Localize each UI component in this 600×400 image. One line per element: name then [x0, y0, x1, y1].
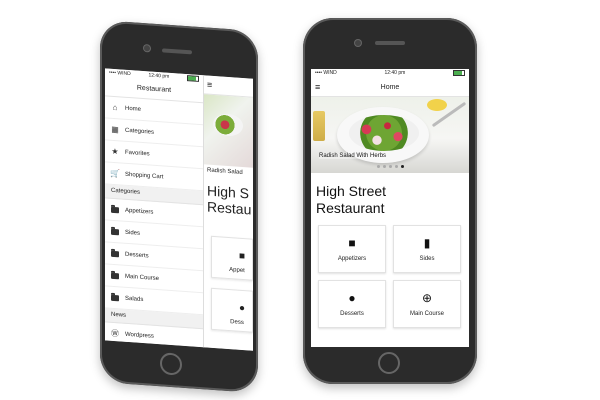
drawer-item-label: Categories — [125, 127, 155, 136]
carrier-label: •••• WIND — [109, 69, 131, 78]
lifebuoy-icon: ⊕ — [421, 290, 433, 305]
battery-icon — [453, 70, 465, 76]
speaker — [375, 41, 405, 45]
tile-sides[interactable]: ▮ Sides — [393, 225, 461, 273]
salad-image — [349, 115, 419, 151]
navigation-drawer: •••• WIND 12:40 pm Restaurant ⌂ Home ▦ C… — [105, 68, 204, 351]
app-header: ≡ Home — [311, 78, 469, 97]
carousel-dot[interactable] — [388, 165, 392, 168]
page-title: Home — [380, 83, 400, 91]
tile-label: Sides — [419, 255, 435, 262]
carousel-dot[interactable] — [376, 165, 380, 168]
tile-label: Appet — [229, 266, 245, 274]
left-screen: •••• WIND 12:40 pm Restaurant ⌂ Home ▦ C… — [105, 68, 253, 351]
right-screen: •••• WIND 12:40 pm ≡ Home Radish Salad W… — [311, 69, 469, 347]
home-button[interactable] — [378, 352, 400, 374]
folder-icon — [111, 271, 119, 280]
restaurant-name-line: High S Restau — [207, 182, 252, 218]
menu-icon[interactable]: ≡ — [315, 82, 320, 92]
carousel-dot-active[interactable] — [400, 165, 404, 168]
carousel-dot[interactable] — [382, 165, 386, 168]
speaker — [162, 48, 192, 55]
restaurant-name: High S Restau — [203, 176, 253, 217]
carousel-dots — [311, 165, 469, 168]
folder-icon — [111, 205, 119, 214]
tile-label: Dess — [230, 318, 244, 326]
home-icon: ⌂ — [112, 102, 118, 113]
square-icon: ■ — [238, 250, 246, 262]
status-bar: •••• WIND 12:40 pm — [311, 69, 469, 78]
carrier-label: •••• WIND — [315, 70, 337, 76]
hero-image — [203, 94, 253, 168]
lemon-image — [427, 99, 447, 111]
glass-image — [313, 111, 325, 141]
right-phone: •••• WIND 12:40 pm ≡ Home Radish Salad W… — [303, 18, 477, 384]
tile-desserts[interactable]: ● Desserts — [318, 280, 386, 328]
tile-label: Appetizers — [337, 255, 367, 262]
tile-label: Main Course — [409, 310, 444, 317]
can-icon: ▮ — [423, 235, 431, 250]
drawer-item-label: Salads — [125, 295, 144, 303]
restaurant-name-line: High Street — [316, 183, 387, 199]
drawer-item-label: Favorites — [125, 149, 150, 157]
tile-main-course[interactable]: ⊕ Main Course — [393, 280, 461, 328]
drawer-item-label: Sides — [125, 229, 141, 237]
category-tile[interactable]: ■ Appet — [211, 235, 253, 281]
home-button[interactable] — [160, 352, 182, 376]
drawer-item-label: Wordpress — [125, 331, 154, 340]
drawer-item-label: Main Course — [125, 273, 160, 282]
folder-icon — [111, 249, 119, 258]
bulb-icon: ● — [348, 290, 356, 305]
category-grid: ■ Appetizers ▮ Sides ● Desserts ⊕ Main C… — [311, 225, 469, 328]
drawer-item-label: Appetizers — [125, 207, 154, 216]
hero-caption: Radish Salad With Herbs — [319, 153, 387, 159]
tile-label: Desserts — [340, 310, 364, 317]
wordpress-icon: Ⓦ — [111, 328, 119, 339]
camera — [144, 45, 150, 52]
drawer-item-label: Desserts — [125, 251, 149, 259]
left-phone: •••• WIND 12:40 pm Restaurant ⌂ Home ▦ C… — [100, 20, 258, 394]
drawer-item-label: Shopping Cart — [125, 171, 164, 180]
cart-icon: 🛒 — [110, 168, 120, 179]
square-icon: ■ — [348, 235, 356, 250]
main-content-peek: ≡ Radish Salad High S Restau ■ Appet ● D… — [203, 75, 253, 351]
star-icon: ★ — [111, 146, 119, 157]
carousel-dot[interactable] — [394, 165, 398, 168]
restaurant-name-line: Restaurant — [316, 200, 385, 216]
drawer-item-label: Home — [125, 105, 142, 113]
grid-icon: ▦ — [111, 124, 119, 135]
folder-icon — [111, 227, 119, 236]
battery-icon — [187, 75, 199, 82]
bulb-icon: ● — [238, 302, 246, 314]
hero-carousel[interactable]: Radish Salad With Herbs — [311, 97, 469, 173]
folder-icon — [111, 293, 119, 302]
camera — [355, 40, 361, 46]
tile-appetizers[interactable]: ■ Appetizers — [318, 225, 386, 273]
category-tile[interactable]: ● Dess — [211, 287, 253, 333]
restaurant-name: High Street Restaurant — [311, 173, 469, 225]
time-label: 12:40 pm — [384, 70, 406, 76]
